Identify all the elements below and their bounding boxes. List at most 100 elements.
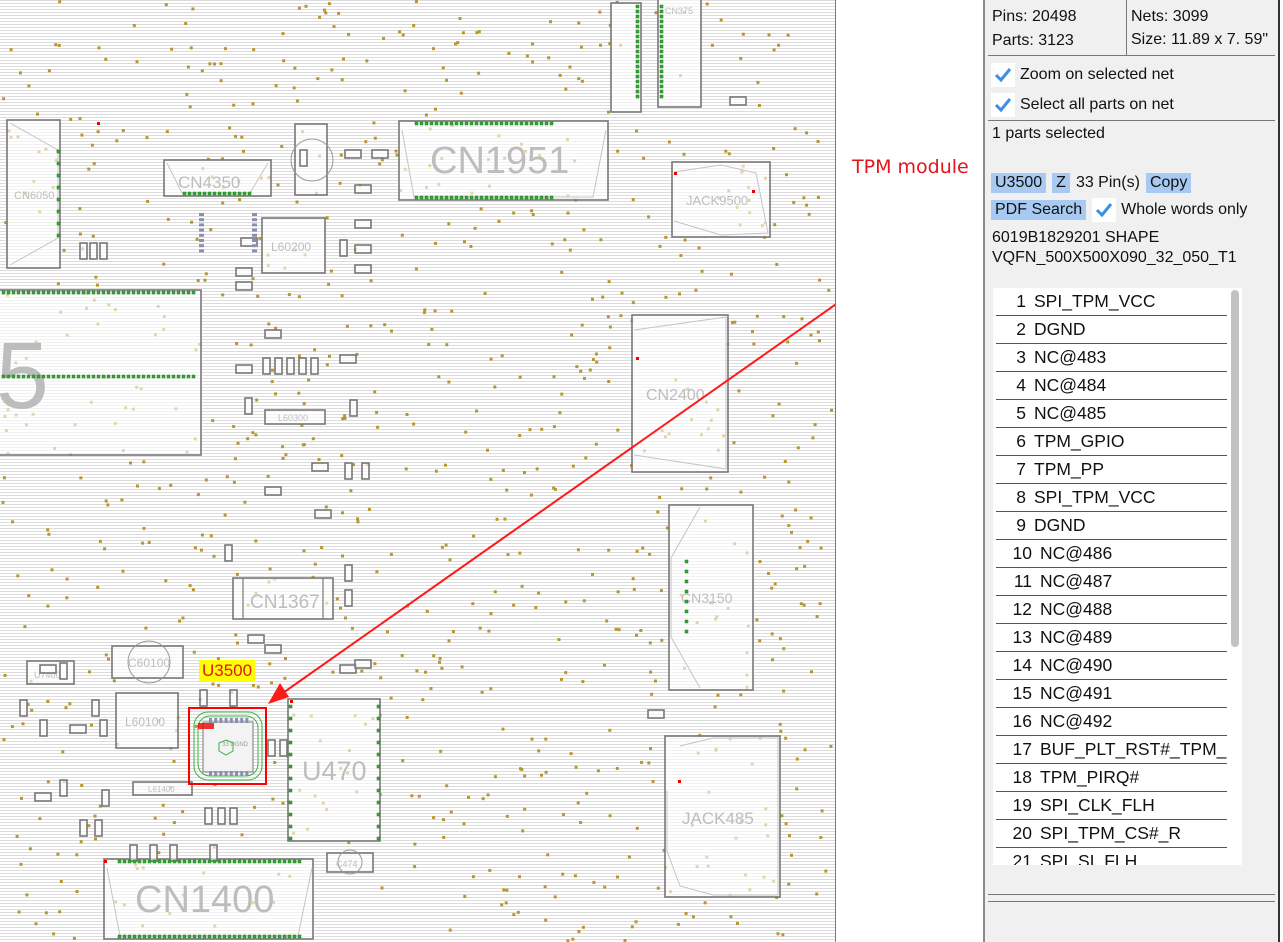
pdf-search-button[interactable]: PDF Search <box>991 200 1087 220</box>
part-C60200[interactable] <box>290 123 334 196</box>
small-component[interactable] <box>39 719 48 737</box>
small-component[interactable] <box>89 242 98 260</box>
small-component[interactable] <box>101 789 110 807</box>
small-component[interactable] <box>310 357 319 375</box>
small-component[interactable] <box>647 709 665 719</box>
u3500-pin-pad[interactable] <box>252 213 257 216</box>
small-component[interactable] <box>339 664 357 674</box>
small-component[interactable] <box>235 364 253 374</box>
pcb-board-view[interactable]: CN375 CN6050 CN4350 CN1951 JACK9500 L602… <box>0 0 836 942</box>
whole-words-checkbox[interactable] <box>1092 198 1117 222</box>
part-L60100[interactable]: L60100 <box>115 692 179 749</box>
part-JACK9500[interactable]: JACK9500 <box>671 161 771 238</box>
select-all-parts-checkbox[interactable] <box>991 93 1015 117</box>
small-component[interactable] <box>349 399 358 417</box>
part-large-block[interactable]: 5 <box>0 289 202 456</box>
pin-list-row[interactable]: 7 TPM_PP <box>996 456 1227 484</box>
small-component[interactable] <box>229 689 238 707</box>
u3500-pin-pad[interactable] <box>209 771 212 776</box>
pin-list-row[interactable]: 2 DGND <box>996 316 1227 344</box>
u3500-pin-pad[interactable] <box>199 249 204 253</box>
small-component[interactable] <box>311 462 329 472</box>
u3500-pin-pad[interactable] <box>252 249 257 253</box>
u3500-pin-pad[interactable] <box>199 244 204 248</box>
small-component[interactable] <box>79 242 88 260</box>
u3500-pin-pad[interactable] <box>245 771 249 776</box>
small-component[interactable] <box>274 357 283 375</box>
small-component[interactable] <box>264 644 282 654</box>
u3500-pin-pad[interactable] <box>214 771 218 776</box>
pin-list-row[interactable]: 8 SPI_TPM_VCC <box>996 484 1227 512</box>
small-component[interactable] <box>229 807 238 825</box>
small-component[interactable] <box>244 397 253 415</box>
small-component[interactable] <box>235 281 253 291</box>
small-component[interactable] <box>371 149 389 159</box>
u3500-pin-pad[interactable] <box>235 771 238 776</box>
part-U470[interactable]: U470 <box>287 698 381 842</box>
small-component[interactable] <box>224 544 233 562</box>
small-component[interactable] <box>199 689 208 707</box>
pin-list-row[interactable]: 3 NC@483 <box>996 344 1227 372</box>
zoom-on-net-checkbox[interactable] <box>991 63 1015 87</box>
pin-list-row[interactable]: 1 SPI_TPM_VCC <box>996 288 1227 316</box>
small-component[interactable] <box>344 149 362 159</box>
u3500-pin-pad[interactable] <box>252 228 257 232</box>
u3500-pin-pad[interactable] <box>245 718 249 723</box>
part-C474[interactable]: C474 <box>326 849 374 875</box>
small-component[interactable] <box>99 242 108 260</box>
u3500-pin-pad[interactable] <box>252 218 257 222</box>
small-component[interactable] <box>264 329 282 339</box>
pin-list-row[interactable]: 10 NC@486 <box>996 540 1227 568</box>
small-component[interactable] <box>344 564 353 582</box>
pin-list[interactable]: 1 SPI_TPM_VCC 2 DGND 3 NC@483 4 NC@484 5 NC@485 6 T… <box>993 288 1242 865</box>
u3500-pin-pad[interactable] <box>240 718 244 723</box>
small-component[interactable] <box>286 357 295 375</box>
small-component[interactable] <box>169 844 178 862</box>
u3500-pin-pad[interactable] <box>219 718 223 723</box>
part-CN1400[interactable]: CN1400 <box>103 858 314 940</box>
u3500-pin-pad[interactable] <box>199 233 204 237</box>
small-component[interactable] <box>217 807 226 825</box>
pin-list-row[interactable]: 13 NC@489 <box>996 624 1227 652</box>
small-component[interactable] <box>267 739 276 757</box>
select-all-parts-option[interactable]: Select all parts on net <box>985 90 1278 120</box>
pin-list-row[interactable]: 14 NC@490 <box>996 652 1227 680</box>
part-CN6050[interactable]: CN6050 <box>6 119 61 269</box>
small-component[interactable] <box>298 357 307 375</box>
part-C60100[interactable]: C60100 <box>111 640 184 684</box>
small-component[interactable] <box>344 589 353 607</box>
u3500-pin-pad[interactable] <box>224 718 228 723</box>
copy-button[interactable]: Copy <box>1145 173 1192 193</box>
u3500-pin-pad[interactable] <box>252 233 257 237</box>
u3500-pin-pad[interactable] <box>229 718 233 723</box>
small-component[interactable] <box>247 634 265 644</box>
small-component[interactable] <box>204 807 213 825</box>
u3500-pin-pad[interactable] <box>252 239 257 242</box>
u3500-pin-pad[interactable] <box>199 213 204 216</box>
small-component[interactable] <box>314 509 332 519</box>
part-CN1367[interactable]: CN1367 <box>232 577 334 620</box>
zoom-part-button[interactable]: Z <box>1052 173 1070 193</box>
small-component[interactable] <box>59 662 68 680</box>
part-CN3150[interactable]: CN3150 <box>668 504 754 691</box>
pin-list-row[interactable]: 11 NC@487 <box>996 568 1227 596</box>
u3500-pin-pad[interactable] <box>235 718 238 723</box>
pin-list-row[interactable]: 16 NC@492 <box>996 708 1227 736</box>
pin-list-row[interactable]: 6 TPM_GPIO <box>996 428 1227 456</box>
part-L61400[interactable]: L61400 <box>132 781 193 796</box>
u3500-pin-pad[interactable] <box>214 718 218 723</box>
small-component[interactable] <box>59 779 68 797</box>
part-CN1951[interactable]: CN1951 <box>398 120 609 201</box>
u3500-pin-pad[interactable] <box>224 771 228 776</box>
u3500-pin-pad[interactable] <box>240 771 244 776</box>
small-component[interactable] <box>354 244 372 254</box>
zoom-on-selected-net-option[interactable]: Zoom on selected net <box>985 60 1278 90</box>
small-component[interactable] <box>19 699 28 717</box>
small-component[interactable] <box>339 354 357 364</box>
small-component[interactable] <box>344 462 353 480</box>
pin-list-row[interactable]: 18 TPM_PIRQ# <box>996 764 1227 792</box>
u3500-pin-pad[interactable] <box>199 228 204 232</box>
small-component[interactable] <box>729 96 747 106</box>
small-component[interactable] <box>34 792 52 802</box>
small-component[interactable] <box>39 664 57 674</box>
